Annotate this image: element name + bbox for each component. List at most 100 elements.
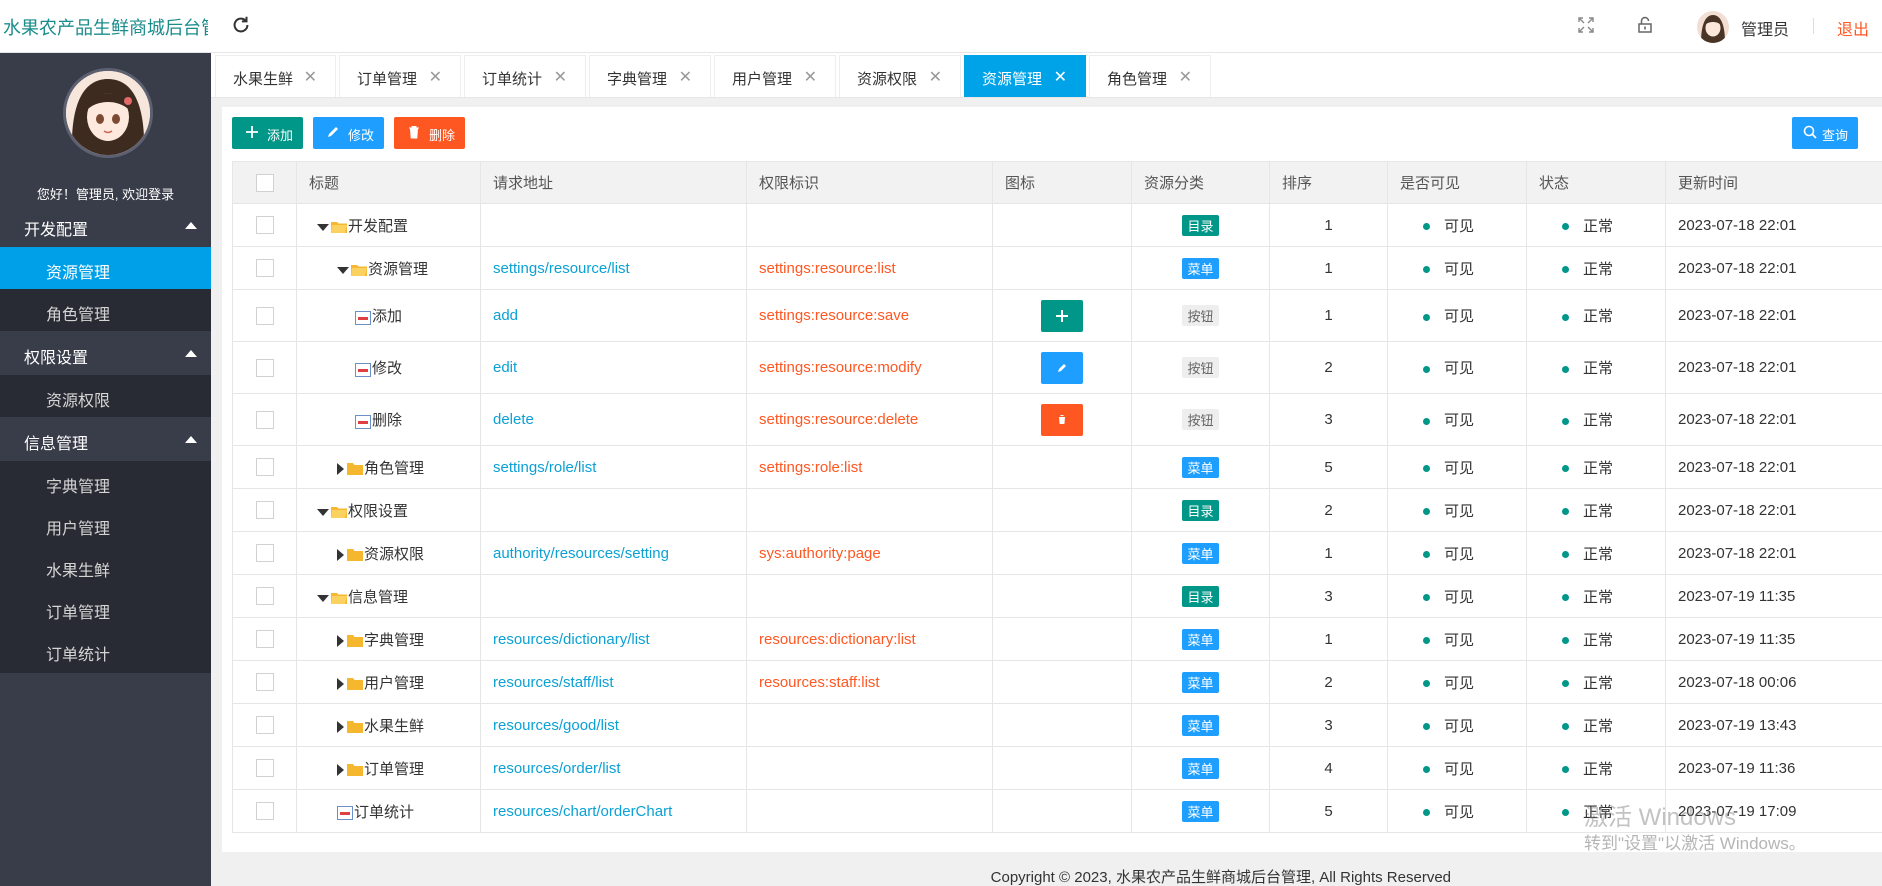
perm-cell: resources:dictionary:list: [746, 617, 993, 661]
row-checkbox[interactable]: [255, 759, 274, 778]
table-row[interactable]: 权限设置 目录 2 可见 正常 2023-07-18 22:01: [232, 488, 1882, 532]
visible-dot-icon: [1423, 465, 1430, 473]
type-cell: 菜单: [1131, 531, 1270, 575]
table-row[interactable]: 添加 add settings:resource:save 按钮 1 可见 正常 2023-0…: [232, 289, 1882, 342]
sidebar-item-resource-management[interactable]: 资源管理: [0, 247, 211, 289]
table-row[interactable]: 用户管理 resources/staff/list resources:staff:…: [232, 660, 1882, 704]
row-checkbox[interactable]: [255, 630, 274, 649]
table-row[interactable]: 水果生鲜 resources/good/list 菜单 3 可见 正常 2023-07-19…: [232, 703, 1882, 747]
row-checkbox[interactable]: [255, 358, 274, 377]
table-row[interactable]: 修改 edit settings:resource:modify 按钮 2 可见 正常 202…: [232, 341, 1882, 394]
tab-fruit-fresh[interactable]: 水果生鲜 ✕: [215, 55, 336, 97]
sidebar-item-orders[interactable]: 订单管理: [0, 587, 211, 629]
visible-text: 可见: [1444, 360, 1475, 377]
delete-button[interactable]: 删除: [394, 117, 465, 149]
logout-link[interactable]: 退出: [1837, 16, 1869, 40]
sidebar-item-label: 资源权限: [46, 393, 111, 410]
sidebar-item-order-stats[interactable]: 订单统计: [0, 629, 211, 673]
header-divider: [1813, 18, 1814, 34]
tree-expand-icon[interactable]: [317, 594, 329, 602]
tree-collapse-icon[interactable]: [337, 549, 344, 562]
table-row[interactable]: 删除 delete settings:resource:delete 按钮 3 可见 正常 2…: [232, 393, 1882, 446]
row-checkbox[interactable]: [255, 587, 274, 606]
table-row[interactable]: 开发配置 目录 1 可见 正常 2023-07-18 22:01: [232, 203, 1882, 247]
status-dot-icon: [1562, 637, 1569, 645]
query-button[interactable]: 查询: [1792, 117, 1858, 149]
tree-collapse-icon[interactable]: [337, 764, 344, 777]
tab-resource-permission[interactable]: 资源权限 ✕: [839, 55, 961, 97]
tab-dictionary[interactable]: 字典管理 ✕: [589, 55, 711, 97]
tab-users[interactable]: 用户管理 ✕: [714, 55, 836, 97]
tab-role-management[interactable]: 角色管理 ✕: [1089, 55, 1211, 97]
row-checkbox[interactable]: [255, 673, 274, 692]
tree-collapse-icon[interactable]: [337, 635, 344, 648]
sidebar-group-dev-config[interactable]: 开发配置: [0, 203, 211, 247]
sidebar-group-label: 权限设置: [24, 350, 89, 367]
close-icon[interactable]: ✕: [929, 67, 942, 87]
sidebar-item-fruit-fresh[interactable]: 水果生鲜: [0, 545, 211, 587]
visible-cell: 可见: [1387, 445, 1527, 489]
fullscreen-icon[interactable]: [1577, 16, 1595, 34]
close-icon[interactable]: ✕: [554, 67, 567, 87]
row-checkbox[interactable]: [255, 259, 274, 278]
sidebar-avatar: [63, 68, 153, 158]
close-icon[interactable]: ✕: [429, 67, 442, 87]
tree-expand-icon[interactable]: [317, 223, 329, 231]
tree-collapse-icon[interactable]: [337, 678, 344, 691]
chevron-up-icon: [185, 222, 197, 229]
tree-expand-icon[interactable]: [317, 508, 329, 516]
row-title: 删除: [372, 412, 403, 429]
sort-cell: 2: [1269, 488, 1388, 532]
tab-orders[interactable]: 订单管理 ✕: [339, 55, 461, 97]
close-icon[interactable]: ✕: [1054, 67, 1067, 87]
visible-cell: 可见: [1387, 574, 1527, 618]
title-cell: 角色管理: [296, 445, 481, 489]
close-icon[interactable]: ✕: [304, 67, 317, 87]
add-button[interactable]: 添加: [232, 117, 303, 149]
sidebar-item-users[interactable]: 用户管理: [0, 503, 211, 545]
sidebar: 您好！管理员, 欢迎登录 开发配置 资源管理 角色管理 权限设置 资源权限 信息…: [0, 53, 211, 886]
updated-time-cell: 2023-07-19 11:35: [1665, 574, 1882, 618]
sidebar-item-label: 字典管理: [46, 479, 111, 496]
table-row[interactable]: 字典管理 resources/dictionary/list resources:d…: [232, 617, 1882, 661]
row-checkbox[interactable]: [255, 802, 274, 821]
visible-dot-icon: [1423, 551, 1430, 559]
table-row[interactable]: 资源管理 settings/resource/list settings:resou…: [232, 246, 1882, 290]
row-checkbox[interactable]: [255, 410, 274, 429]
tree-collapse-icon[interactable]: [337, 463, 344, 476]
row-checkbox[interactable]: [255, 501, 274, 520]
tree-collapse-icon[interactable]: [337, 721, 344, 734]
row-checkbox[interactable]: [255, 544, 274, 563]
row-select-cell: [232, 617, 297, 661]
lock-icon[interactable]: [1636, 16, 1654, 34]
tab-order-stats[interactable]: 订单统计 ✕: [464, 55, 586, 97]
row-checkbox[interactable]: [255, 716, 274, 735]
request-url: edit: [493, 359, 518, 376]
sidebar-item-dictionary[interactable]: 字典管理: [0, 461, 211, 503]
type-cell: 目录: [1131, 488, 1270, 532]
close-icon[interactable]: ✕: [1179, 67, 1192, 87]
table-row[interactable]: 信息管理 目录 3 可见 正常 2023-07-19 11:35: [232, 574, 1882, 618]
header-username[interactable]: 管理员: [1741, 16, 1789, 40]
tab-resource-management[interactable]: 资源管理 ✕: [964, 55, 1086, 97]
header-avatar[interactable]: [1697, 11, 1729, 43]
refresh-icon[interactable]: [230, 14, 252, 36]
close-icon[interactable]: ✕: [804, 67, 817, 87]
row-checkbox[interactable]: [255, 458, 274, 477]
sidebar-group-info-management[interactable]: 信息管理: [0, 417, 211, 461]
sidebar-item-resource-permission[interactable]: 资源权限: [0, 375, 211, 417]
table-row[interactable]: 资源权限 authority/resources/setting sys:autho…: [232, 531, 1882, 575]
close-icon[interactable]: ✕: [679, 67, 692, 87]
sidebar-group-permission-settings[interactable]: 权限设置: [0, 331, 211, 375]
tree-expand-icon[interactable]: [337, 266, 349, 274]
visible-text: 可见: [1444, 217, 1475, 235]
table-row[interactable]: 订单管理 resources/order/list 菜单 4 可见 正常 2023-07-1…: [232, 746, 1882, 790]
app-title: 水果农产品生鲜商城后台管: [3, 18, 208, 38]
edit-button[interactable]: 修改: [313, 117, 384, 149]
sidebar-item-role-management[interactable]: 角色管理: [0, 289, 211, 331]
chevron-up-icon: [185, 436, 197, 443]
table-row[interactable]: 角色管理 settings/role/list settings:role:list…: [232, 445, 1882, 489]
row-checkbox[interactable]: [255, 306, 274, 325]
row-checkbox[interactable]: [255, 216, 274, 235]
select-all-checkbox[interactable]: [255, 173, 274, 192]
